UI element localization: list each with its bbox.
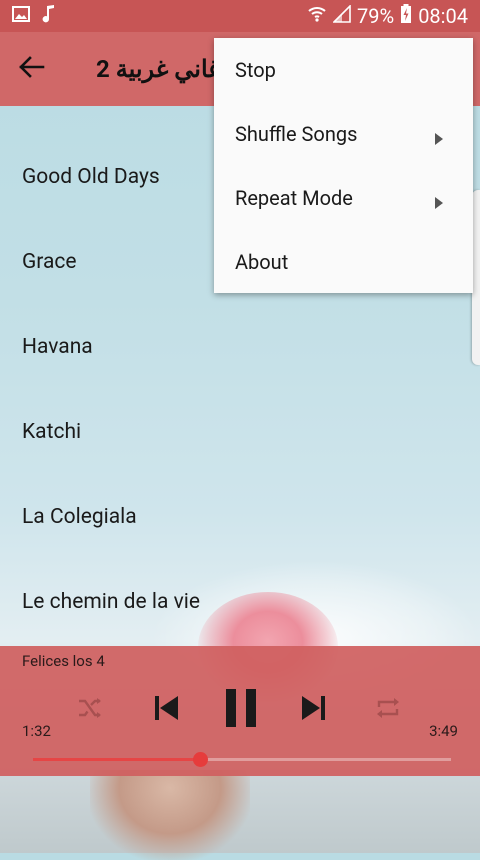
list-item[interactable]: Havana (0, 304, 480, 389)
wifi-icon (307, 4, 327, 28)
menu-item-label: About (235, 250, 289, 274)
list-item[interactable]: La Colegiala (0, 474, 480, 559)
skip-previous-icon (152, 695, 180, 725)
song-title: Good Old Days (22, 164, 160, 189)
image-icon (12, 5, 30, 27)
signal-icon (332, 4, 351, 28)
shuffle-button[interactable] (72, 692, 108, 728)
seek-bar-progress (33, 758, 201, 761)
page-title: أغاني غربية 2 (96, 55, 228, 83)
song-title: Katchi (22, 419, 82, 444)
menu-item-label: Shuffle Songs (235, 122, 358, 146)
submenu-arrow-icon (435, 126, 443, 150)
clock: 08:04 (418, 4, 468, 28)
music-note-icon (42, 4, 56, 28)
player-controls (0, 686, 480, 736)
song-title: Havana (22, 334, 93, 359)
next-button[interactable] (294, 690, 334, 730)
player-panel: Felices los 4 1:32 3:49 (0, 646, 480, 776)
song-title: Le chemin de la vie (22, 589, 201, 614)
battery-charging-icon (400, 3, 412, 29)
menu-item-label: Repeat Mode (235, 186, 353, 210)
list-item[interactable]: Le chemin de la vie (0, 559, 480, 644)
repeat-icon (375, 696, 401, 724)
elapsed-time: 1:32 (22, 722, 51, 740)
arrow-back-icon (19, 56, 45, 82)
song-title: Grace (22, 249, 77, 274)
status-bar: 79% 08:04 (0, 0, 480, 32)
total-duration: 3:49 (429, 722, 458, 740)
repeat-button[interactable] (370, 692, 406, 728)
menu-item-stop[interactable]: Stop (214, 38, 473, 102)
song-title: La Colegiala (22, 504, 137, 529)
edge-panel-handle[interactable] (472, 190, 480, 365)
pause-icon (224, 688, 258, 732)
seek-bar[interactable] (33, 752, 451, 767)
menu-item-shuffle-songs[interactable]: Shuffle Songs (214, 102, 473, 166)
seek-bar-thumb[interactable] (193, 752, 209, 767)
menu-item-about[interactable]: About (214, 230, 473, 294)
battery-percent: 79% (357, 4, 395, 28)
skip-next-icon (300, 695, 328, 725)
menu-item-label: Stop (235, 58, 276, 82)
overflow-menu: Stop Shuffle Songs Repeat Mode About (214, 38, 473, 293)
submenu-arrow-icon (435, 190, 443, 214)
menu-item-repeat-mode[interactable]: Repeat Mode (214, 166, 473, 230)
hand-decoration (90, 770, 250, 860)
back-button[interactable] (0, 32, 64, 106)
shuffle-icon (77, 696, 103, 724)
now-playing-title: Felices los 4 (22, 652, 105, 670)
previous-button[interactable] (146, 690, 186, 730)
list-item[interactable]: Katchi (0, 389, 480, 474)
pause-button[interactable] (218, 688, 264, 732)
